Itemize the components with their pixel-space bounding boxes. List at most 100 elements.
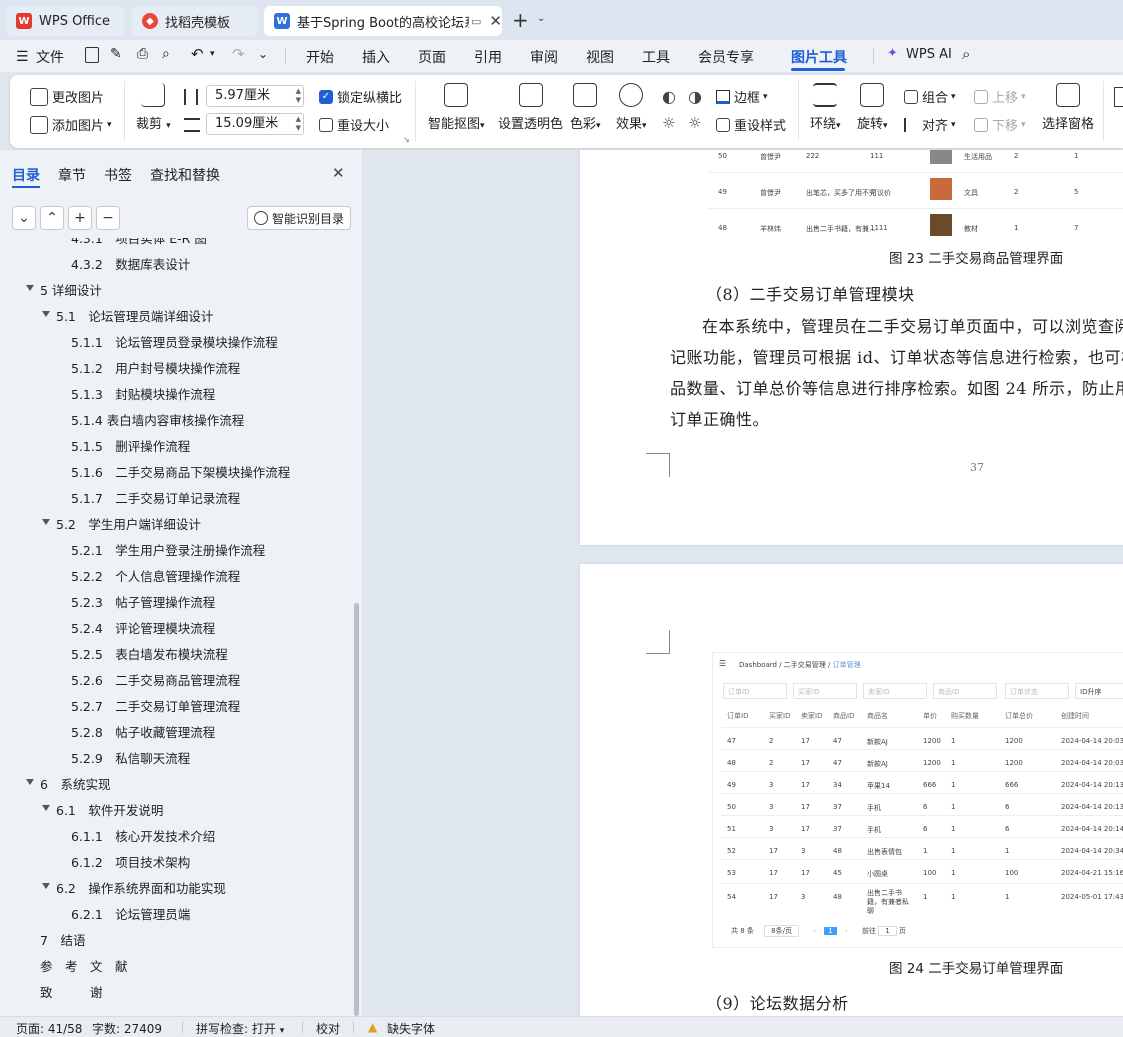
filter-input[interactable]: 买家ID	[793, 683, 857, 699]
tab-toc[interactable]: 目录	[12, 165, 40, 185]
brightness-down-icon[interactable]: ☼	[662, 114, 675, 132]
redo-icon[interactable]: ↷	[232, 45, 245, 63]
undo-dropdown-icon[interactable]: ▾	[210, 49, 215, 59]
column-header[interactable]: 买家ID	[769, 711, 790, 721]
rotate-button[interactable]: 旋转▾	[857, 83, 888, 132]
tab-find-replace[interactable]: 查找和替换	[150, 165, 220, 185]
expand-triangle-icon[interactable]	[26, 779, 34, 785]
expand-triangle-icon[interactable]	[42, 519, 50, 525]
reset-size-button[interactable]: 重设大小	[319, 115, 389, 134]
border-button[interactable]: 边框 ▾	[716, 87, 768, 106]
missing-font-button[interactable]: 缺失字体	[387, 1020, 435, 1037]
tab-wps-office[interactable]: W WPS Office	[6, 6, 124, 36]
tab-document[interactable]: W 基于Spring Boot的高校论坛系 ▭ ✕	[264, 6, 502, 36]
column-header[interactable]: 商品ID	[833, 711, 854, 721]
menu-start[interactable]: 开始	[306, 47, 334, 67]
selection-pane-button[interactable]: 选择窗格	[1042, 83, 1094, 132]
wps-ai-button[interactable]: WPS AI	[906, 47, 952, 62]
table-row[interactable]	[721, 837, 1123, 838]
table-row[interactable]	[721, 749, 1123, 750]
filter-input[interactable]: ID升序	[1075, 683, 1123, 699]
word-count[interactable]: 字数: 27409	[92, 1020, 162, 1037]
color-button[interactable]: 色彩▾	[570, 83, 601, 132]
menu-insert[interactable]: 插入	[362, 47, 390, 67]
column-header[interactable]: 购买数量	[951, 711, 979, 721]
column-header[interactable]: 卖家ID	[801, 711, 822, 721]
table-row[interactable]	[721, 883, 1123, 884]
add-heading-button[interactable]: +	[68, 206, 92, 230]
more-tools-icon[interactable]	[1114, 87, 1123, 107]
group-button[interactable]: 组合 ▾	[904, 87, 956, 106]
menu-member[interactable]: 会员专享	[698, 47, 754, 67]
lock-ratio-checkbox[interactable]: ✓ 锁定纵横比	[319, 87, 402, 106]
change-picture-button[interactable]: 更改图片	[30, 87, 104, 106]
expand-up-button[interactable]: ⌃	[40, 206, 64, 230]
expand-triangle-icon[interactable]	[42, 805, 50, 811]
undo-icon[interactable]: ↶	[191, 45, 204, 63]
format-painter-icon[interactable]: ✎	[110, 46, 122, 62]
column-header[interactable]: 创建时间	[1061, 711, 1089, 721]
column-header[interactable]: 订单ID	[727, 711, 748, 721]
menu-reference[interactable]: 引用	[474, 47, 502, 67]
filter-input[interactable]: 订单ID	[723, 683, 787, 699]
new-tab-icon[interactable]: +	[512, 8, 529, 32]
sidebar-scrollbar[interactable]	[354, 603, 359, 1016]
height-input[interactable]: 15.09厘米 ▲ ▼	[206, 113, 304, 135]
table-row[interactable]	[721, 727, 1123, 728]
contrast-up-icon[interactable]: ◑	[688, 87, 702, 106]
add-picture-button[interactable]: 添加图片 ▾	[30, 115, 112, 134]
width-input[interactable]: 5.97厘米 ▲ ▼	[206, 85, 304, 107]
save-icon[interactable]	[85, 47, 99, 63]
collapse-down-button[interactable]: ⌄	[12, 206, 36, 230]
spinner-icon[interactable]: ▲ ▼	[296, 115, 301, 133]
tab-bookmarks[interactable]: 书签	[104, 165, 132, 185]
menu-view[interactable]: 视图	[586, 47, 614, 67]
table-row[interactable]	[721, 793, 1123, 794]
smart-cutout-button[interactable]: 智能抠图▾	[428, 83, 485, 132]
smart-toc-button[interactable]: 智能识别目录	[247, 206, 351, 230]
column-header[interactable]: 订单总价	[1005, 711, 1033, 721]
column-header[interactable]: 商品名	[867, 711, 888, 721]
tab-docer[interactable]: ◆ 找稻壳模板	[132, 6, 258, 36]
move-up-button[interactable]: 上移 ▾	[974, 87, 1026, 106]
chevron-down-icon[interactable]: ⌄	[537, 13, 545, 24]
move-down-button[interactable]: 下移 ▾	[974, 115, 1026, 134]
menu-picture-tools[interactable]: 图片工具	[791, 47, 847, 67]
align-button[interactable]: 对齐 ▾	[904, 115, 956, 134]
print-icon[interactable]: ⎙	[137, 46, 148, 62]
table-row[interactable]	[721, 815, 1123, 816]
menu-page[interactable]: 页面	[418, 47, 446, 67]
filter-input[interactable]: 卖家ID	[863, 683, 927, 699]
wrap-button[interactable]: 环绕▾	[810, 83, 841, 132]
order-management-image[interactable]: ☰ Dashboard / 二手交易管理 / 订单管理 订单ID 买家ID 卖家ID…	[712, 652, 1123, 948]
table-row[interactable]	[721, 771, 1123, 772]
effect-button[interactable]: 效果▾	[616, 83, 647, 132]
expand-triangle-icon[interactable]	[42, 311, 50, 317]
contrast-down-icon[interactable]: ☼	[688, 114, 701, 132]
close-tab-icon[interactable]: ✕	[489, 12, 502, 30]
hamburger-icon[interactable]: ☰	[16, 49, 29, 65]
close-icon[interactable]: ✕	[332, 164, 345, 182]
filter-input[interactable]: 商品ID	[933, 683, 997, 699]
product-table-image[interactable]: 50 曾憬尹 222 111 生活用品 2 1 49 曾憬尹 出笔芯，买多了用不完 可议价 文具 2 5 4…	[708, 150, 1123, 242]
tab-chapters[interactable]: 章节	[58, 165, 86, 185]
search-icon[interactable]: ⌕	[962, 45, 970, 63]
dialog-launcher-icon[interactable]: ↘	[403, 135, 410, 144]
quick-access-more-icon[interactable]: ⌄	[258, 47, 268, 61]
menu-file[interactable]: 文件	[36, 47, 64, 67]
table-row[interactable]	[721, 859, 1123, 860]
crop-button[interactable]: 裁剪 ▾	[136, 83, 171, 132]
remove-heading-button[interactable]: −	[96, 206, 120, 230]
filter-input[interactable]: 订单状态	[1005, 683, 1069, 699]
menu-tools[interactable]: 工具	[642, 47, 670, 67]
spinner-icon[interactable]: ▲ ▼	[296, 87, 301, 105]
set-transparent-button[interactable]: 设置透明色	[498, 83, 563, 132]
menu-review[interactable]: 审阅	[530, 47, 558, 67]
page-indicator[interactable]: 页面: 41/58	[16, 1020, 82, 1037]
column-header[interactable]: 单价	[923, 711, 937, 721]
expand-triangle-icon[interactable]	[26, 285, 34, 291]
expand-triangle-icon[interactable]	[42, 883, 50, 889]
brightness-up-icon[interactable]: ◐	[662, 87, 676, 106]
reset-style-button[interactable]: 重设样式	[716, 115, 786, 134]
print-preview-icon[interactable]: ⌕	[162, 46, 170, 62]
